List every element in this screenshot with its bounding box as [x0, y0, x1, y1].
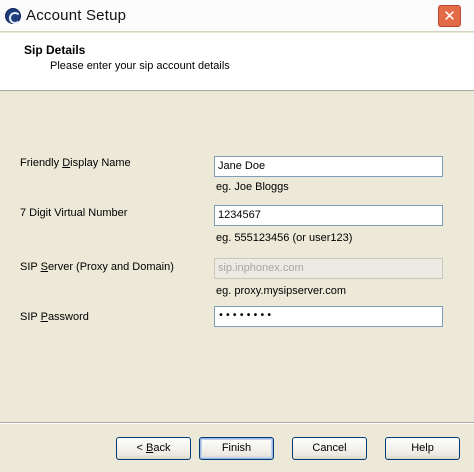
sip-server-label: SIP Server (Proxy and Domain)	[20, 261, 174, 273]
back-button[interactable]: < Back	[116, 437, 191, 460]
sip-password-field[interactable]: ••••••••	[214, 306, 443, 327]
app-logo-icon	[5, 8, 21, 24]
sip-server-hint: eg. proxy.mysipserver.com	[216, 285, 347, 297]
sip-password-label: SIP Password	[20, 311, 89, 323]
virtual-number-label: 7 Digit Virtual Number	[20, 207, 128, 219]
display-name-field[interactable]: Jane Doe	[214, 156, 443, 177]
button-bar: < Back Finish Cancel Help	[0, 422, 474, 472]
close-icon: ✕	[443, 7, 456, 25]
wizard-header: Sip Details Please enter your sip accoun…	[0, 33, 474, 91]
footer-divider	[0, 422, 474, 424]
close-button[interactable]: ✕	[438, 5, 461, 27]
form-area: Friendly Display Name Jane Doe eg. Joe B…	[0, 92, 474, 422]
virtual-number-hint: eg. 555123456 (or user123)	[216, 232, 353, 244]
virtual-number-field[interactable]: 1234567	[214, 205, 443, 226]
account-setup-window: Account Setup ✕ Sip Details Please enter…	[0, 0, 474, 472]
sip-server-field: sip.inphonex.com	[214, 258, 443, 279]
page-subtitle: Please enter your sip account details	[50, 60, 230, 72]
display-name-hint: eg. Joe Bloggs	[216, 181, 289, 193]
page-title: Sip Details	[24, 43, 86, 57]
finish-button[interactable]: Finish	[199, 437, 274, 460]
help-button[interactable]: Help	[385, 437, 460, 460]
display-name-label: Friendly Display Name	[20, 157, 131, 169]
window-title: Account Setup	[26, 7, 127, 24]
cancel-button[interactable]: Cancel	[292, 437, 367, 460]
title-bar[interactable]: Account Setup ✕	[0, 0, 474, 32]
